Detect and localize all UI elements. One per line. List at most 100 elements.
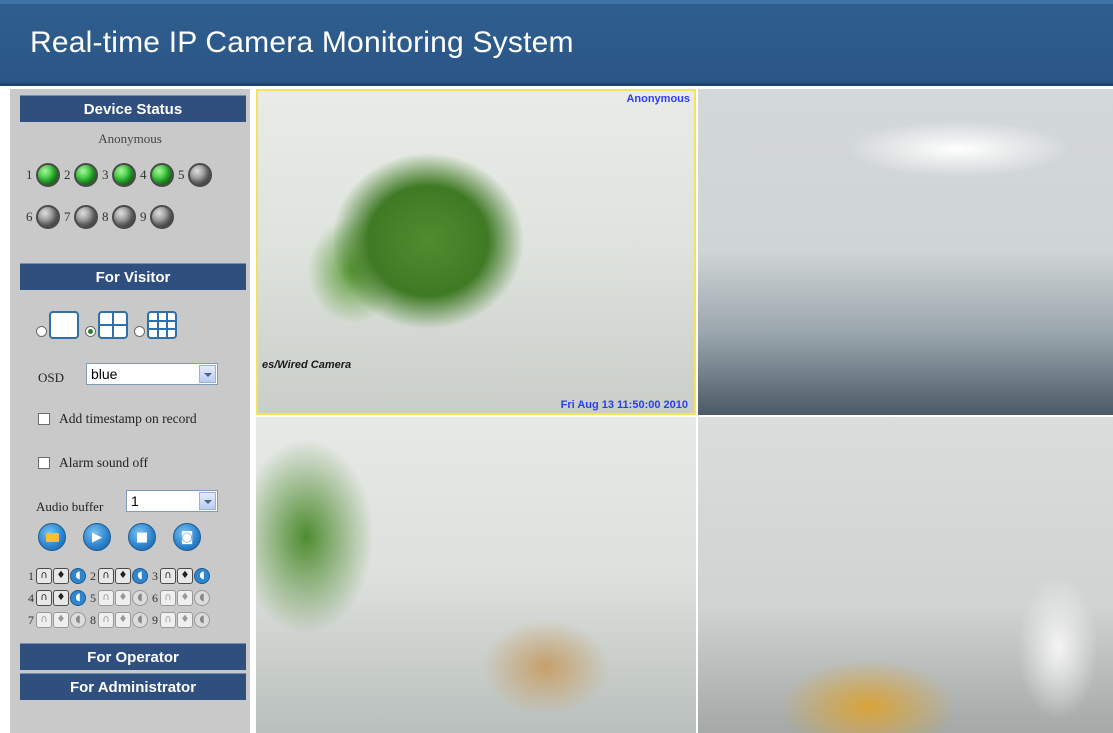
single-view-icon[interactable] xyxy=(49,311,79,339)
mic-icon[interactable]: ♦ xyxy=(53,612,69,628)
talk-icon[interactable]: ◖ xyxy=(70,590,86,606)
folder-button[interactable] xyxy=(38,523,66,551)
mic-icon[interactable]: ♦ xyxy=(53,568,69,584)
headphone-icon[interactable]: ∩ xyxy=(160,568,176,584)
mic-icon[interactable]: ♦ xyxy=(177,590,193,606)
headphone-icon[interactable]: ∩ xyxy=(36,568,52,584)
status-led-icon xyxy=(74,205,98,229)
talk-icon[interactable]: ◖ xyxy=(132,612,148,628)
headphone-icon[interactable]: ∩ xyxy=(36,612,52,628)
snapshot-button[interactable]: ◙ xyxy=(173,523,201,551)
chevron-down-icon[interactable] xyxy=(199,492,216,510)
video-cell-4[interactable] xyxy=(698,417,1113,733)
device-row-1: 1 2 3 4 5 xyxy=(26,163,216,187)
audio-buffer-select[interactable]: 1 xyxy=(126,490,218,512)
layout-9-radio[interactable] xyxy=(134,326,145,337)
talk-icon[interactable]: ◖ xyxy=(132,568,148,584)
osd-timestamp: Fri Aug 13 11:50:00 2010 xyxy=(560,399,688,411)
status-led-icon xyxy=(188,163,212,187)
device-row-2: 6 7 8 9 xyxy=(26,205,178,229)
osd-user-label: Anonymous xyxy=(626,93,690,105)
nine-view-icon[interactable] xyxy=(147,311,177,339)
camera-control-grid: 1 ∩ ♦ ◖ 2 ∩ ♦ ◖ 3 ∩ ♦ ◖ 4 ∩ ♦ ◖ 5 ∩ ♦ ◖ 6 ∩ ♦ ◖ 7 ∩ ♦ ◖ 8 ∩ ♦ ◖ … xyxy=(28,565,214,631)
headphone-icon[interactable]: ∩ xyxy=(36,590,52,606)
device-8[interactable]: 8 xyxy=(102,205,136,229)
video-cell-2[interactable] xyxy=(698,89,1113,415)
timestamp-label: Add timestamp on record xyxy=(59,411,197,426)
camera-control-7: 7 ∩ ♦ ◖ xyxy=(28,612,87,628)
layout-4-option[interactable] xyxy=(85,311,128,339)
device-7[interactable]: 7 xyxy=(64,205,98,229)
headphone-icon[interactable]: ∩ xyxy=(160,612,176,628)
device-5[interactable]: 5 xyxy=(178,163,212,187)
alarm-label: Alarm sound off xyxy=(59,455,148,470)
audio-buffer-label: Audio buffer xyxy=(36,499,104,514)
stop-button[interactable]: ■ xyxy=(128,523,156,551)
chevron-down-icon[interactable] xyxy=(199,365,216,383)
status-led-icon xyxy=(112,205,136,229)
camera-control-2: 2 ∩ ♦ ◖ xyxy=(90,568,149,584)
stop-icon: ■ xyxy=(135,529,149,545)
play-button[interactable]: ▶ xyxy=(83,523,111,551)
mic-icon[interactable]: ♦ xyxy=(177,568,193,584)
osd-select-value: blue xyxy=(91,366,118,382)
camera-control-1: 1 ∩ ♦ ◖ xyxy=(28,568,87,584)
talk-icon[interactable]: ◖ xyxy=(194,590,210,606)
device-3[interactable]: 3 xyxy=(102,163,136,187)
device-2[interactable]: 2 xyxy=(64,163,98,187)
quad-view-icon[interactable] xyxy=(98,311,128,339)
video-cell-1[interactable]: Anonymous es/Wired Camera Fri Aug 13 11:… xyxy=(256,89,696,415)
alarm-option[interactable]: Alarm sound off xyxy=(38,455,148,471)
device-status-heading[interactable]: Device Status xyxy=(20,95,246,122)
mic-icon[interactable]: ♦ xyxy=(53,590,69,606)
status-led-icon xyxy=(150,163,174,187)
headphone-icon[interactable]: ∩ xyxy=(160,590,176,606)
for-operator-heading[interactable]: For Operator xyxy=(20,643,246,670)
mic-icon[interactable]: ♦ xyxy=(177,612,193,628)
layout-4-radio[interactable] xyxy=(85,326,96,337)
talk-icon[interactable]: ◖ xyxy=(194,568,210,584)
talk-icon[interactable]: ◖ xyxy=(132,590,148,606)
app-header: Real-time IP Camera Monitoring System xyxy=(0,0,1113,86)
camera-icon: ◙ xyxy=(180,529,194,545)
layout-1-option[interactable] xyxy=(36,311,79,339)
mic-icon[interactable]: ♦ xyxy=(115,590,131,606)
osd-select[interactable]: blue xyxy=(86,363,218,385)
headphone-icon[interactable]: ∩ xyxy=(98,568,114,584)
video-grid: Anonymous es/Wired Camera Fri Aug 13 11:… xyxy=(256,89,1113,733)
layout-selector xyxy=(36,311,177,339)
camera-control-4: 4 ∩ ♦ ◖ xyxy=(28,590,87,606)
folder-icon xyxy=(45,532,59,542)
device-9[interactable]: 9 xyxy=(140,205,174,229)
for-visitor-heading[interactable]: For Visitor xyxy=(20,263,246,290)
playback-controls: ▶ ■ ◙ xyxy=(38,523,201,551)
talk-icon[interactable]: ◖ xyxy=(70,612,86,628)
device-1[interactable]: 1 xyxy=(26,163,60,187)
timestamp-checkbox[interactable] xyxy=(38,413,50,425)
talk-icon[interactable]: ◖ xyxy=(194,612,210,628)
play-icon: ▶ xyxy=(92,529,102,545)
camera-control-6: 6 ∩ ♦ ◖ xyxy=(152,590,211,606)
status-led-icon xyxy=(36,163,60,187)
camera-control-5: 5 ∩ ♦ ◖ xyxy=(90,590,149,606)
camera-control-9: 9 ∩ ♦ ◖ xyxy=(152,612,211,628)
alarm-checkbox[interactable] xyxy=(38,457,50,469)
device-4[interactable]: 4 xyxy=(140,163,174,187)
timestamp-option[interactable]: Add timestamp on record xyxy=(38,411,207,427)
talk-icon[interactable]: ◖ xyxy=(70,568,86,584)
video-cell-3[interactable] xyxy=(256,417,696,733)
sidebar: Device Status Anonymous 1 2 3 4 5 6 7 8 … xyxy=(10,89,250,733)
current-user: Anonymous xyxy=(98,131,162,146)
status-led-icon xyxy=(112,163,136,187)
status-led-icon xyxy=(36,205,60,229)
mic-icon[interactable]: ♦ xyxy=(115,568,131,584)
for-administrator-heading[interactable]: For Administrator xyxy=(20,673,246,700)
headphone-icon[interactable]: ∩ xyxy=(98,612,114,628)
page-title: Real-time IP Camera Monitoring System xyxy=(30,26,574,59)
device-6[interactable]: 6 xyxy=(26,205,60,229)
mic-icon[interactable]: ♦ xyxy=(115,612,131,628)
layout-9-option[interactable] xyxy=(134,311,177,339)
headphone-icon[interactable]: ∩ xyxy=(98,590,114,606)
camera-sign-text: es/Wired Camera xyxy=(262,359,352,371)
layout-1-radio[interactable] xyxy=(36,326,47,337)
